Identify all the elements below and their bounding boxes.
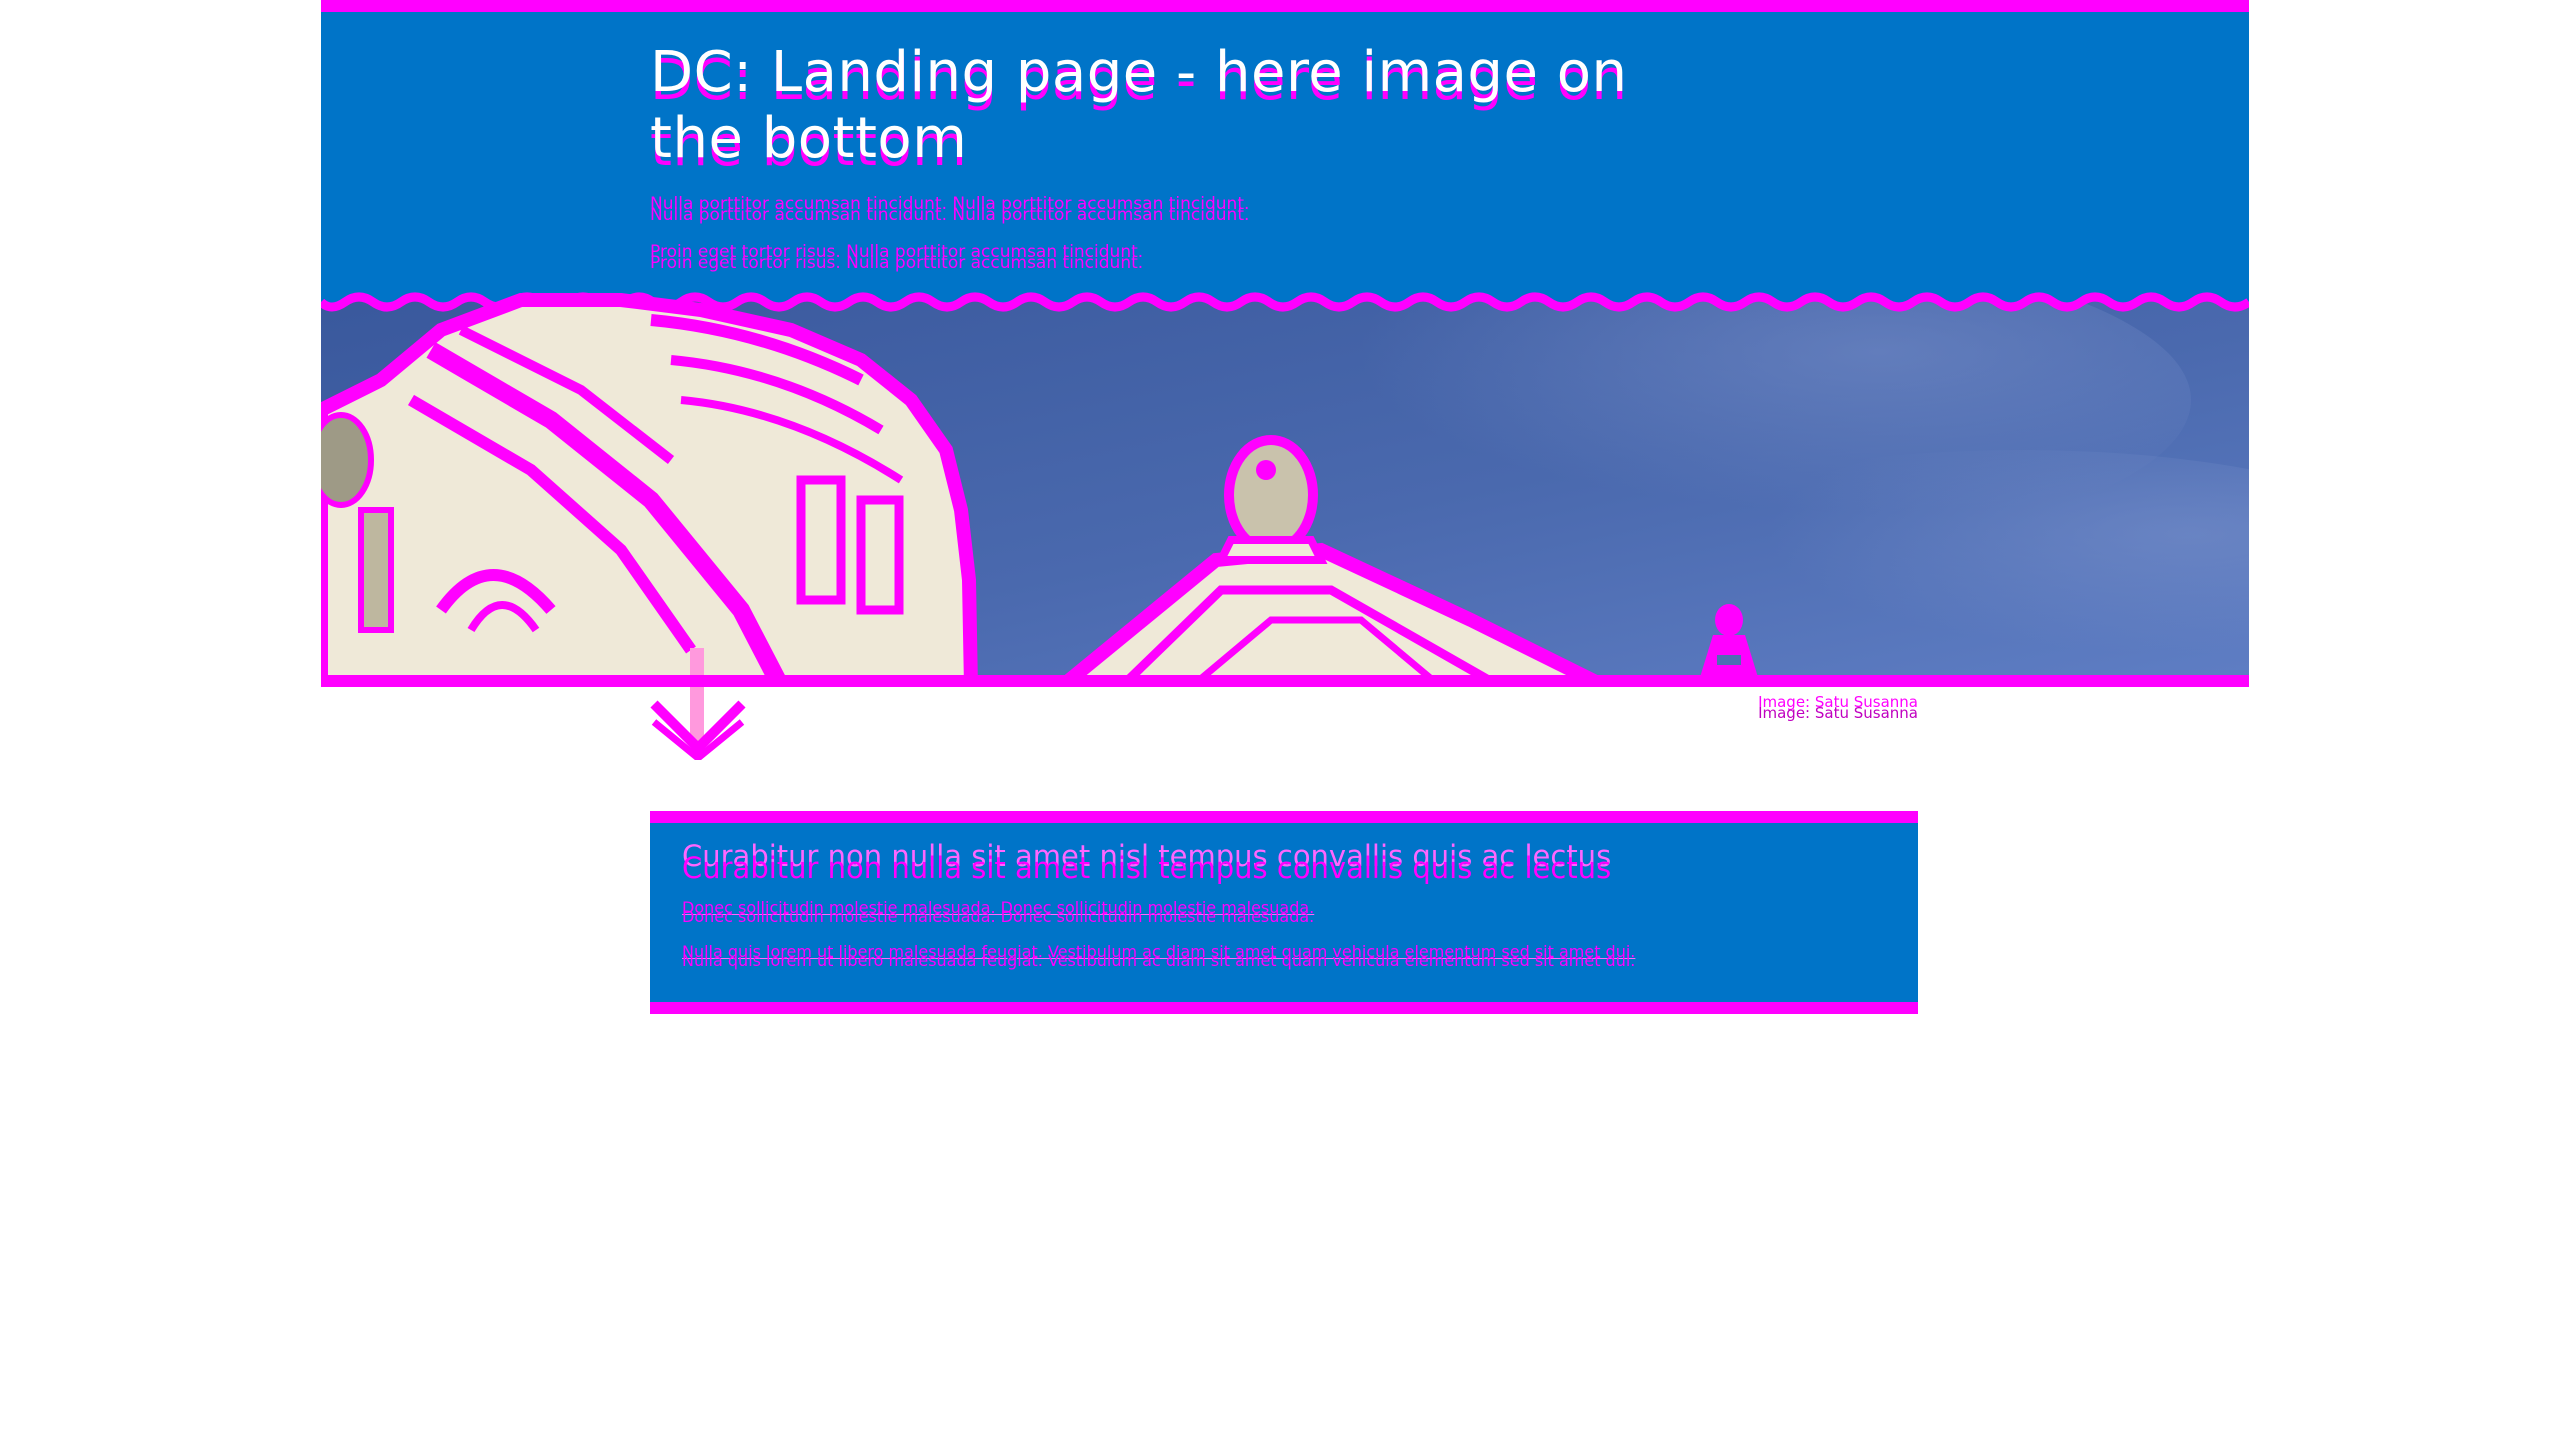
hero-text-block: DC: Landing page - here image on the bot… — [650, 40, 1650, 276]
hero-bottom-border — [321, 675, 2249, 687]
landing-page: DC: Landing page - here image on the bot… — [0, 0, 2560, 1440]
arrow-down-icon[interactable] — [650, 648, 746, 760]
hero-section: DC: Landing page - here image on the bot… — [321, 0, 2249, 687]
card-paragraph-1: Donec sollicitudin molestie malesuada. D… — [682, 898, 1315, 926]
card-paragraph-2: Nulla quis lorem ut libero malesuada feu… — [682, 942, 1636, 970]
card-top-border — [650, 811, 1918, 823]
hero-paragraph-2: Proin eget tortor risus. Nulla porttitor… — [650, 242, 1144, 273]
hero-title: DC: Landing page - here image on the bot… — [650, 40, 1650, 179]
card-text-block: Curabitur non nulla sit amet nisl tempus… — [682, 839, 1882, 971]
info-card: Curabitur non nulla sit amet nisl tempus… — [650, 811, 1918, 1014]
hero-top-border — [321, 0, 2249, 12]
hero-image — [321, 290, 2249, 687]
image-credit: Image: Satu Susanna Image: Satu Susanna — [1758, 693, 1918, 722]
card-bottom-border — [650, 1002, 1918, 1014]
card-title: Curabitur non nulla sit amet nisl tempus… — [682, 839, 1612, 885]
hero-paragraph-1: Nulla porttitor accumsan tincidunt. Null… — [650, 194, 1250, 225]
